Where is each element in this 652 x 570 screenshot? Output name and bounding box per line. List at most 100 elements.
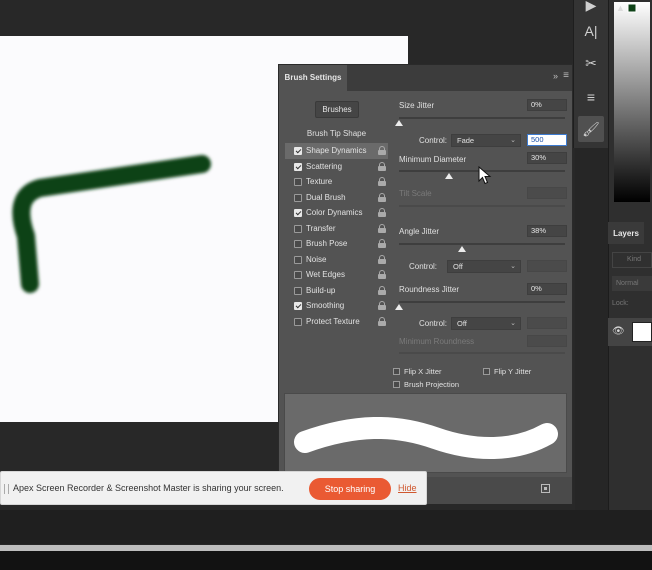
paragraph-panel-icon[interactable]: ≡ [578, 84, 604, 110]
blend-mode-select[interactable]: Normal [612, 276, 652, 291]
size-jitter-label: Size Jitter [399, 101, 435, 110]
option-label: Transfer [306, 223, 336, 233]
eye-icon[interactable]: 👁 [612, 326, 625, 337]
option-dual-brush[interactable]: Dual Brush [285, 190, 388, 206]
checkbox-icon[interactable] [294, 302, 302, 310]
chevron-down-icon: ⌄ [510, 137, 516, 144]
chevron-down-icon: ⌄ [510, 320, 516, 327]
color-picker-field[interactable]: ▲ [614, 2, 650, 202]
size-control-label: Control: [419, 136, 448, 145]
angle-control-label: Control: [409, 262, 438, 271]
option-build-up[interactable]: Build-up [285, 283, 388, 299]
lock-icon[interactable] [378, 208, 386, 217]
size-control-value: Fade [457, 136, 475, 145]
checkbox-icon[interactable] [294, 193, 302, 202]
roundness-control-dropdown[interactable]: Off ⌄ [451, 317, 521, 330]
lock-icon[interactable] [378, 146, 386, 155]
option-scattering[interactable]: Scattering [285, 159, 388, 175]
checkbox-icon[interactable] [294, 286, 302, 295]
size-jitter-slider[interactable] [395, 120, 403, 126]
screen-sharing-bar: Apex Screen Recorder & Screenshot Master… [0, 471, 427, 505]
size-control-dropdown[interactable]: Fade ⌄ [451, 134, 521, 147]
bottom-status-area [0, 510, 652, 544]
checkbox-icon[interactable] [294, 178, 302, 186]
lock-icon[interactable] [378, 316, 386, 326]
size-jitter-track[interactable] [399, 117, 565, 119]
option-noise[interactable]: Noise [285, 252, 388, 268]
character-panel-icon[interactable]: A| [578, 18, 604, 44]
lock-icon[interactable] [378, 177, 386, 186]
angle-control-steps [527, 260, 567, 272]
tilt-scale-label: Tilt Scale [399, 189, 432, 198]
tilt-scale-value [527, 187, 567, 199]
lock-label: Lock: [612, 300, 629, 307]
bottom-edge [0, 551, 652, 570]
checkbox-icon[interactable] [294, 224, 302, 233]
panel-header: Brush Settings » ≡ [279, 65, 572, 91]
option-label: Dual Brush [306, 192, 346, 202]
option-wet-edges[interactable]: Wet Edges [285, 267, 388, 283]
lock-icon[interactable] [378, 192, 386, 202]
layers-filter-input[interactable]: Kind [612, 252, 652, 268]
flip-x-jitter-checkbox[interactable]: Flip X Jitter [393, 367, 442, 376]
option-smoothing[interactable]: Smoothing [285, 298, 388, 314]
tools-icon[interactable]: ✂ [578, 50, 604, 76]
checkbox-icon [393, 381, 400, 388]
angle-jitter-value[interactable]: 38% [527, 225, 567, 237]
checkbox-icon[interactable] [294, 317, 302, 326]
option-protect-texture[interactable]: Protect Texture [285, 314, 388, 330]
brush-projection-checkbox[interactable]: Brush Projection [393, 380, 459, 389]
lock-icon[interactable] [378, 254, 386, 264]
brush-projection-label: Brush Projection [404, 380, 460, 389]
play-icon[interactable]: ▶ [578, 0, 604, 18]
checkbox-icon [483, 368, 490, 375]
checkbox-icon[interactable] [294, 209, 302, 217]
checkbox-icon[interactable] [294, 271, 302, 279]
angle-control-dropdown[interactable]: Off ⌄ [447, 260, 521, 273]
checkbox-icon[interactable] [294, 255, 302, 264]
checkbox-icon[interactable] [294, 162, 302, 171]
checkbox-icon[interactable] [294, 147, 302, 155]
lock-icon[interactable] [378, 285, 386, 295]
brush-settings-icon[interactable]: 🖌 [578, 116, 604, 142]
minimum-diameter-slider[interactable] [444, 173, 453, 179]
svg-text:▲: ▲ [616, 3, 625, 13]
minimum-diameter-value[interactable]: 30% [527, 152, 567, 164]
tab-layers[interactable]: Layers [608, 222, 644, 244]
lock-icon[interactable] [378, 161, 386, 171]
brushes-button[interactable]: Brushes [315, 101, 359, 118]
hide-link[interactable]: Hide [398, 483, 417, 493]
option-shape-dynamics[interactable]: Shape Dynamics [285, 143, 388, 159]
hamburger-menu-icon[interactable]: ≡ [563, 70, 569, 81]
new-brush-preset-icon[interactable] [541, 484, 550, 493]
layer-thumbnail [632, 322, 652, 342]
roundness-jitter-track[interactable] [399, 301, 565, 303]
stop-sharing-button[interactable]: Stop sharing [309, 478, 391, 500]
fade-steps-input[interactable]: 500 [527, 134, 567, 146]
angle-jitter-label: Angle Jitter [399, 227, 440, 236]
roundness-jitter-value[interactable]: 0% [527, 283, 567, 295]
checkbox-icon[interactable] [294, 240, 302, 248]
brush-tip-shape-item[interactable]: Brush Tip Shape [285, 125, 388, 143]
double-chevron-right-icon[interactable]: » [553, 71, 558, 81]
option-label: Noise [306, 254, 327, 264]
lock-icon[interactable] [378, 301, 386, 310]
minimum-roundness-track [399, 352, 565, 354]
option-label: Texture [306, 177, 333, 186]
lock-icon[interactable] [378, 223, 386, 233]
flip-y-jitter-checkbox[interactable]: Flip Y Jitter [483, 367, 531, 376]
minimum-roundness-label: Minimum Roundness [399, 337, 475, 346]
drag-handle-icon[interactable] [4, 484, 9, 494]
roundness-jitter-slider[interactable] [395, 304, 403, 310]
option-brush-pose[interactable]: Brush Pose [285, 236, 388, 252]
lock-icon[interactable] [378, 270, 386, 279]
option-transfer[interactable]: Transfer [285, 221, 388, 237]
option-texture[interactable]: Texture [285, 174, 388, 190]
tab-brush-settings[interactable]: Brush Settings [279, 65, 347, 91]
lock-icon[interactable] [378, 239, 386, 248]
brush-stroke-preview [284, 393, 567, 473]
size-jitter-value[interactable]: 0% [527, 99, 567, 111]
option-color-dynamics[interactable]: Color Dynamics [285, 205, 388, 221]
angle-jitter-track[interactable] [399, 243, 565, 245]
angle-jitter-slider[interactable] [458, 246, 467, 252]
